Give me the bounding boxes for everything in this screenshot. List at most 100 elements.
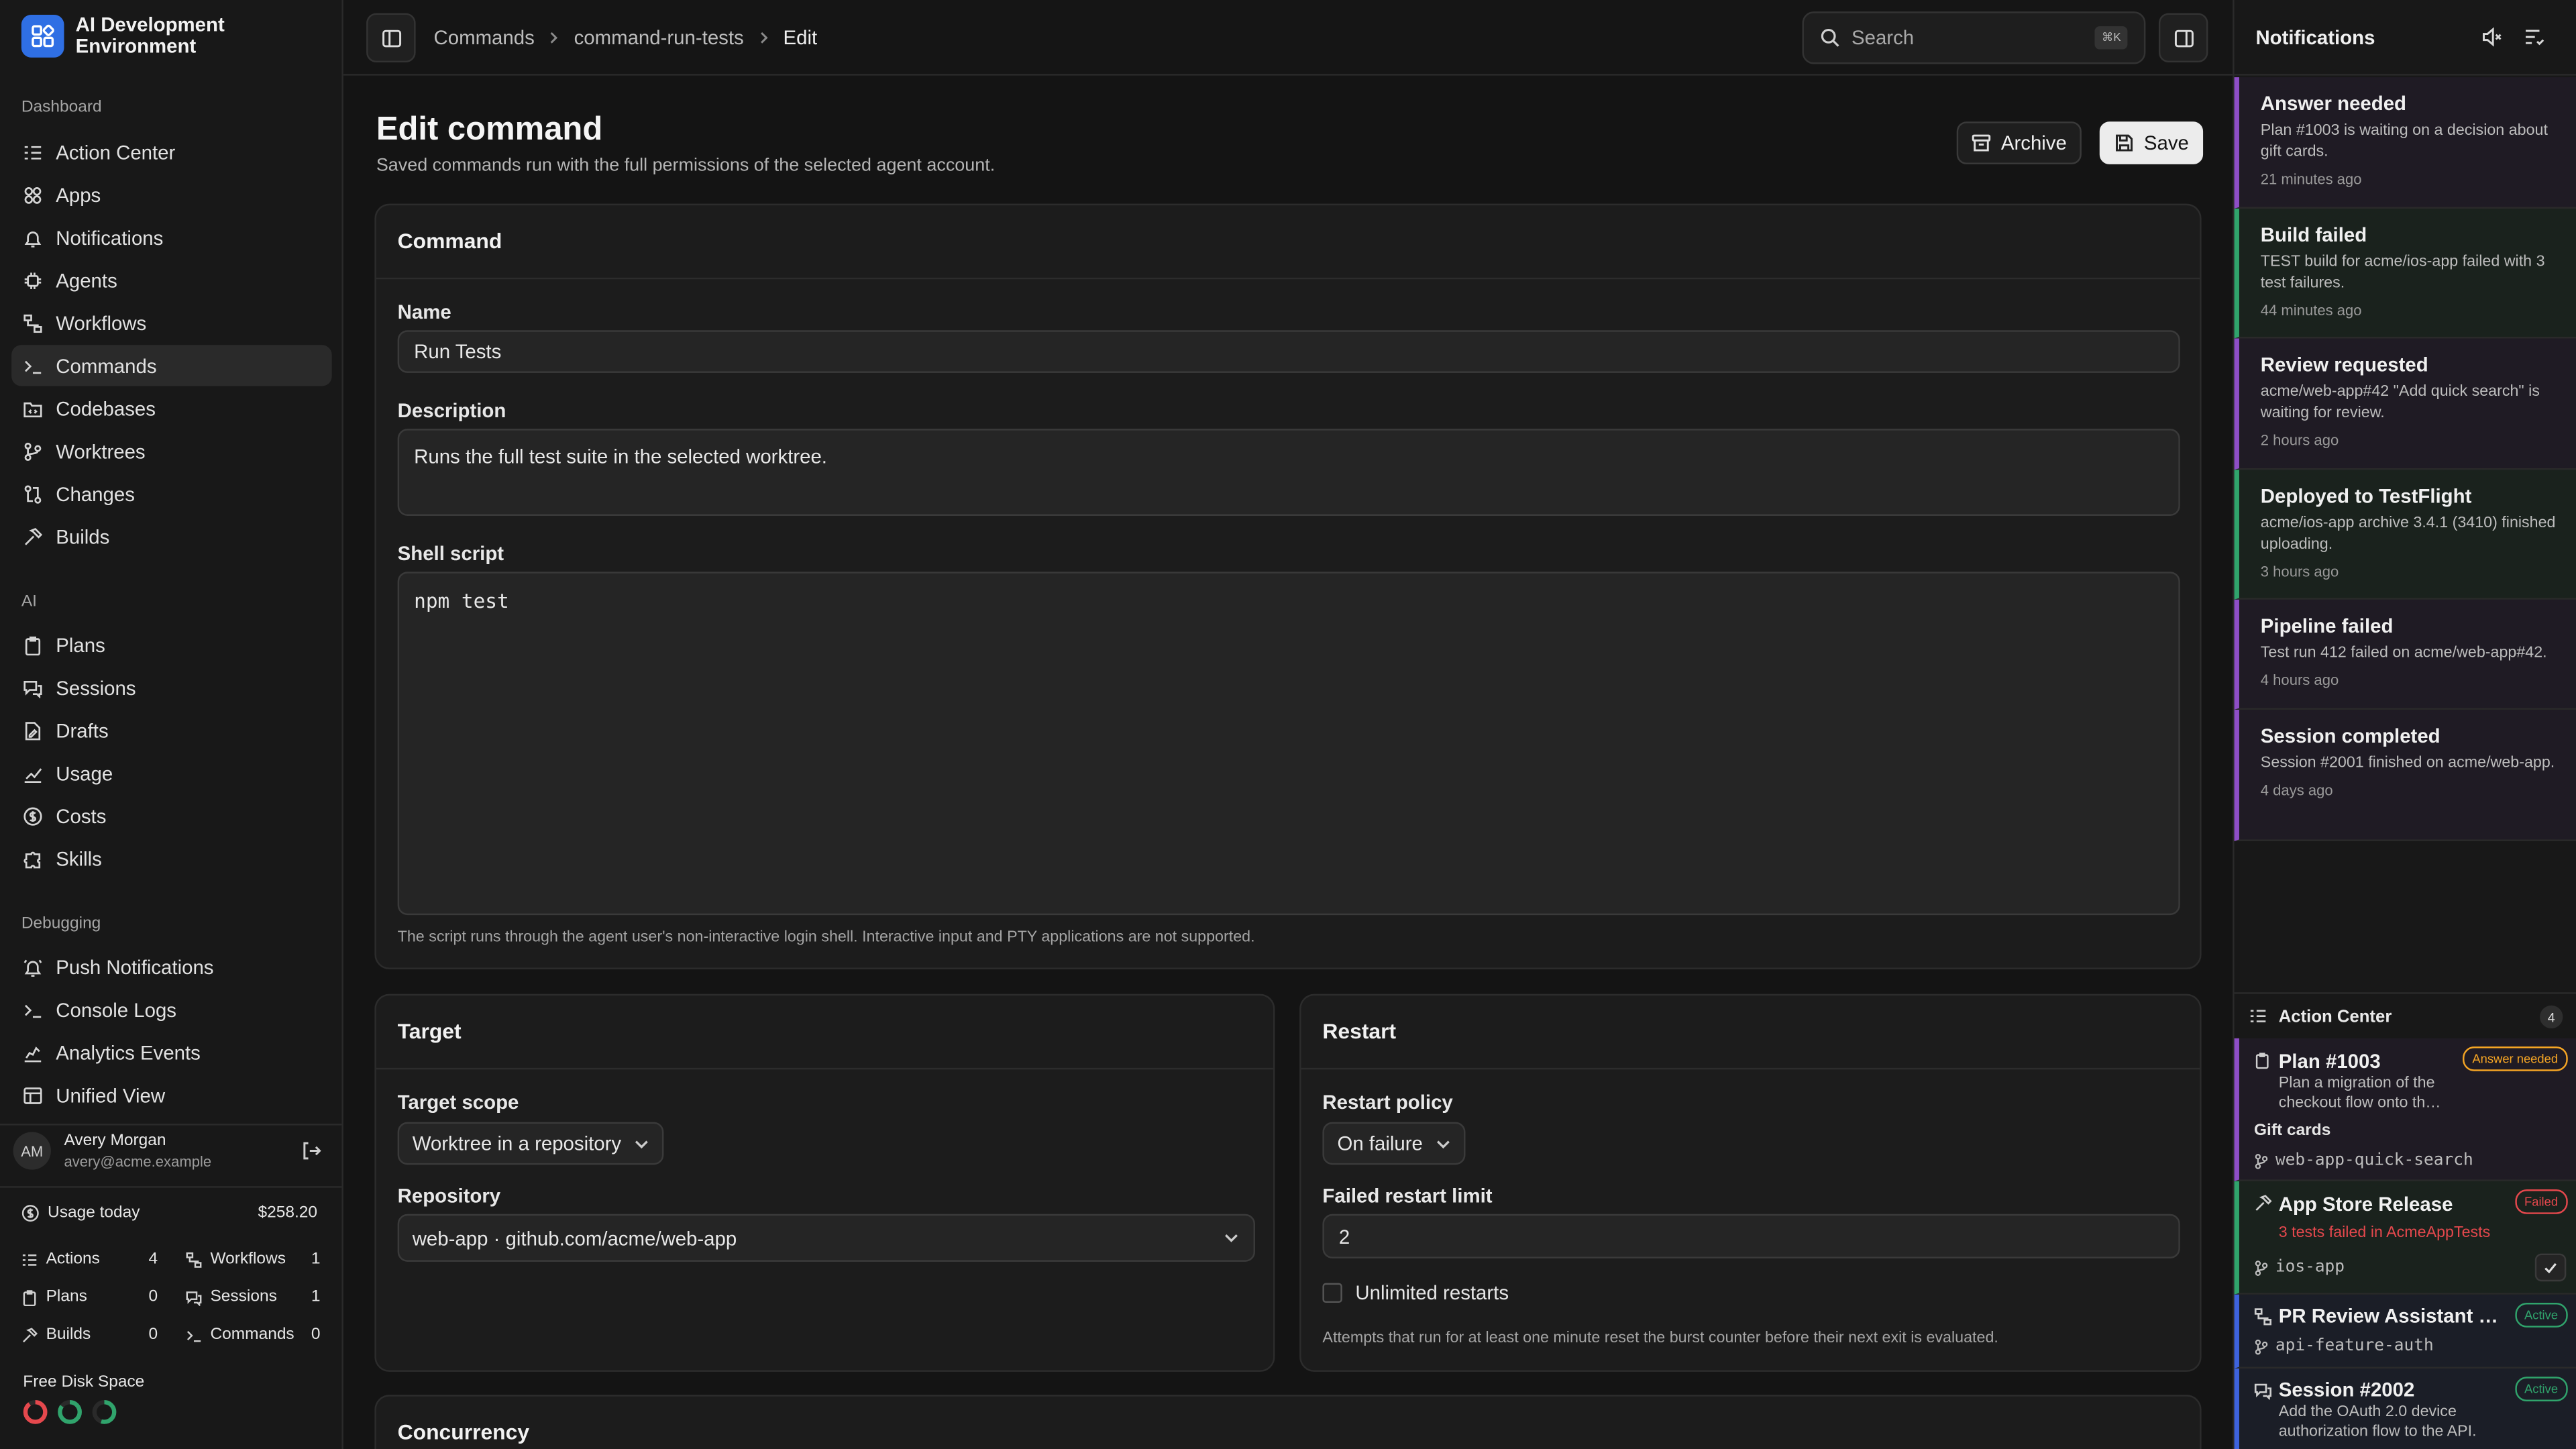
notification-item[interactable]: Answer needed Plan #1003 is waiting on a … — [2234, 77, 2576, 209]
restart-policy-label: Restart policy — [1322, 1091, 1453, 1114]
restart-hint: Attempts that run for at least one minut… — [1322, 1329, 1998, 1348]
notification-item[interactable]: Deployed to TestFlight acme/ios-app archi… — [2234, 470, 2576, 600]
notification-item[interactable]: Review requested acme/web-app#42 "Add qui… — [2234, 338, 2576, 470]
sidebar-item-label: Push Notifications — [56, 955, 214, 979]
notification-time: 21 minutes ago — [2260, 170, 2362, 188]
app-name: AI Development Environment — [75, 13, 225, 58]
status-badge: Active — [2514, 1377, 2568, 1401]
stat-value: 0 — [148, 1288, 158, 1306]
sidebar-item-codebases[interactable]: Codebases — [11, 388, 332, 429]
mark-done-button[interactable] — [2534, 1253, 2567, 1282]
layout-icon — [21, 1083, 44, 1106]
git-compare-icon — [21, 482, 44, 505]
toggle-panel-button[interactable] — [2158, 13, 2208, 63]
notification-body: TEST build for acme/ios-app failed with … — [2260, 253, 2545, 292]
sidebar-item-workflows[interactable]: Workflows — [11, 303, 332, 343]
mark-all-read-icon[interactable] — [2524, 26, 2545, 48]
unlimited-restarts-checkbox[interactable] — [1322, 1283, 1342, 1303]
sidebar-item-changes[interactable]: Changes — [11, 473, 332, 514]
sidebar-item-builds[interactable]: Builds — [11, 516, 332, 557]
sidebar-item-label: Notifications — [56, 225, 164, 250]
git-branch-icon — [21, 439, 44, 462]
sidebar-item-action-center[interactable]: Action Center — [11, 131, 332, 172]
action-item-app-store-release[interactable]: App Store Release Failed 3 tests failed … — [2234, 1181, 2576, 1295]
breadcrumb-commands[interactable]: Commands — [434, 26, 535, 49]
sidebar-item-label: Commands — [56, 354, 157, 378]
name-field[interactable]: Run Tests — [397, 330, 2180, 373]
action-item-title: PR Review Assistant #4… — [2278, 1304, 2499, 1328]
restart-limit-field[interactable]: 2 — [1322, 1214, 2180, 1258]
action-item-branch: web-app-quick-search — [2254, 1152, 2473, 1170]
restart-card: Restart Restart policy On failure Failed… — [1299, 994, 2202, 1372]
section-title-dashboard: Dashboard — [21, 98, 102, 117]
sidebar-item-analytics-events[interactable]: Analytics Events — [11, 1032, 332, 1073]
notification-time: 3 hours ago — [2260, 564, 2339, 580]
unlimited-restarts-label[interactable]: Unlimited restarts — [1355, 1281, 1509, 1304]
hammer-icon — [2254, 1194, 2272, 1212]
stat-sessions: Sessions — [186, 1288, 277, 1306]
sidebar-item-drafts[interactable]: Drafts — [11, 710, 332, 751]
user-profile[interactable]: AM Avery Morgan avery@acme.example — [0, 1124, 342, 1176]
action-item-plan[interactable]: Plan #1003 Answer needed Plan a migratio… — [2234, 1038, 2576, 1181]
page-title: Edit command — [376, 111, 603, 148]
shell-script-field[interactable]: npm test — [397, 572, 2180, 916]
sidebar-item-notifications[interactable]: Notifications — [11, 217, 332, 258]
target-scope-label: Target scope — [397, 1091, 519, 1114]
save-label: Save — [2143, 131, 2189, 155]
notification-item[interactable]: Session completed Session #2001 finished … — [2234, 709, 2576, 841]
sidebar-item-skills[interactable]: Skills — [11, 838, 332, 879]
sidebar-item-agents[interactable]: Agents — [11, 260, 332, 301]
mute-icon[interactable] — [2481, 26, 2502, 48]
notification-time: 2 hours ago — [2260, 432, 2339, 449]
terminal-icon — [21, 354, 44, 377]
concurrency-card: Concurrency — [374, 1395, 2202, 1449]
notification-item[interactable]: Pipeline failed Test run 412 failed on ac… — [2234, 599, 2576, 710]
sidebar-item-costs[interactable]: Costs — [11, 795, 332, 836]
target-scope-value: Worktree in a repository — [412, 1132, 622, 1155]
action-item-extra: Gift cards — [2254, 1122, 2331, 1140]
sidebar-item-push-notifications[interactable]: Push Notifications — [11, 947, 332, 987]
action-item-title: Session #2002 — [2278, 1378, 2415, 1401]
script-hint: The script runs through the agent user's… — [397, 928, 1255, 947]
notification-body: acme/ios-app archive 3.4.1 (3410) finish… — [2260, 514, 2556, 554]
page-subtitle: Saved commands run with the full permiss… — [376, 156, 996, 176]
sidebar-item-plans[interactable]: Plans — [11, 625, 332, 665]
dollar-icon — [21, 804, 44, 827]
name-label: Name — [397, 301, 451, 324]
notification-item[interactable]: Build failed TEST build for acme/ios-app … — [2234, 209, 2576, 339]
sidebar-item-console-logs[interactable]: Console Logs — [11, 989, 332, 1030]
toggle-sidebar-button[interactable] — [366, 13, 416, 63]
target-scope-select[interactable]: Worktree in a repository — [397, 1122, 664, 1165]
clipboard-icon — [21, 1289, 38, 1305]
description-field[interactable]: Runs the full test suite in the selected… — [397, 429, 2180, 516]
sidebar-item-worktrees[interactable]: Worktrees — [11, 431, 332, 472]
save-button[interactable]: Save — [2099, 121, 2204, 164]
sidebar-item-unified-view[interactable]: Unified View — [11, 1075, 332, 1116]
notifications-header: Notifications — [2234, 0, 2576, 76]
branch-name: api-feature-auth — [2275, 1337, 2434, 1356]
terminal-icon — [21, 998, 44, 1021]
search-input[interactable]: Search ⌘K — [1802, 11, 2146, 64]
action-item-pr-review[interactable]: PR Review Assistant #4… Active api-featu… — [2234, 1294, 2576, 1369]
action-item-session[interactable]: Session #2002 Active Add the OAuth 2.0 d… — [2234, 1368, 2576, 1449]
logout-icon[interactable] — [301, 1140, 322, 1162]
sidebar-item-label: Worktrees — [56, 439, 146, 463]
sidebar-item-sessions[interactable]: Sessions — [11, 667, 332, 708]
brand[interactable]: AI Development Environment — [21, 13, 256, 58]
notification-title: Answer needed — [2260, 92, 2407, 115]
breadcrumb-command[interactable]: command-run-tests — [574, 26, 744, 49]
terminal-icon — [186, 1327, 202, 1343]
repository-select[interactable]: web-app · github.com/acme/web-app — [397, 1214, 1256, 1262]
sidebar-item-apps[interactable]: Apps — [11, 174, 332, 215]
action-center-header[interactable]: Action Center 4 — [2234, 992, 2576, 1038]
sidebar-item-commands[interactable]: Commands — [11, 345, 332, 386]
restart-policy-select[interactable]: On failure — [1322, 1122, 1466, 1165]
status-badge: Active — [2514, 1303, 2568, 1328]
sidebar-item-usage[interactable]: Usage — [11, 753, 332, 794]
notification-body: Session #2001 finished on acme/web-app. — [2260, 754, 2555, 773]
bell-icon — [21, 226, 44, 249]
dollar-icon — [21, 1204, 40, 1222]
archive-button[interactable]: Archive — [1956, 121, 2082, 164]
action-item-branch: ios-app — [2254, 1258, 2345, 1277]
sidebar: AI Development Environment Dashboard Act… — [0, 0, 343, 1449]
